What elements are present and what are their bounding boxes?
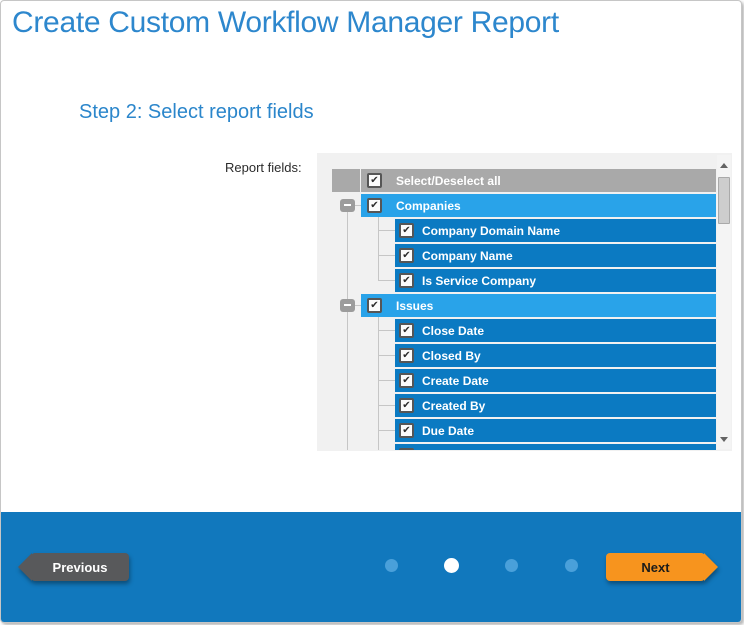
tree-header-bar[interactable]: ✔ Select/Deselect all: [361, 169, 716, 192]
step-dot[interactable]: [505, 559, 518, 572]
arrow-right-icon: [704, 553, 718, 581]
step-dot-active[interactable]: [444, 558, 459, 573]
select-all-label: Select/Deselect all: [396, 174, 501, 188]
tree-row[interactable]: ✔ Is Service Company: [395, 269, 716, 292]
row-checkbox[interactable]: ✔: [399, 223, 414, 238]
row-label: Issue Name: [422, 449, 489, 451]
select-all-checkbox[interactable]: ✔: [367, 173, 382, 188]
scrollbar[interactable]: [717, 155, 731, 449]
row-label: Company Domain Name: [422, 224, 560, 238]
row-label: Companies: [396, 199, 461, 213]
row-label: Created By: [422, 399, 485, 413]
tree-connector-line: [378, 217, 379, 281]
row-checkbox[interactable]: ✔: [399, 423, 414, 438]
tree-row[interactable]: ✔ Created By: [395, 394, 716, 417]
row-label: Issues: [396, 299, 433, 313]
checkmark-icon: ✔: [402, 401, 410, 411]
row-checkbox[interactable]: ✔: [399, 248, 414, 263]
tree-connector-line: [378, 330, 395, 331]
row-label: Due Date: [422, 424, 474, 438]
tree-row[interactable]: ✔ Close Date: [395, 319, 716, 342]
row-checkbox[interactable]: ✔: [399, 273, 414, 288]
report-fields-label: Report fields:: [225, 160, 302, 175]
checkmark-icon: ✔: [370, 301, 378, 311]
row-checkbox[interactable]: ✔: [399, 323, 414, 338]
next-button-label: Next: [606, 553, 705, 581]
scroll-down-button[interactable]: [717, 433, 731, 445]
tree-connector-line: [378, 430, 395, 431]
previous-button[interactable]: Previous: [18, 553, 129, 581]
step-heading: Step 2: Select report fields: [79, 101, 314, 124]
tree-row[interactable]: ✔ Create Date: [395, 369, 716, 392]
collapse-button[interactable]: [340, 299, 355, 312]
checkmark-icon: ✔: [402, 326, 410, 336]
scroll-thumb[interactable]: [718, 177, 730, 224]
next-button[interactable]: Next: [606, 553, 718, 581]
step-dot[interactable]: [565, 559, 578, 572]
tree-row[interactable]: ✔ Due Date: [395, 419, 716, 442]
previous-button-label: Previous: [31, 553, 129, 581]
collapse-button[interactable]: [340, 199, 355, 212]
row-label: Close Date: [422, 324, 484, 338]
tree-row[interactable]: ✔ Companies: [361, 194, 716, 217]
tree-connector-line: [347, 205, 348, 450]
row-label: Closed By: [422, 349, 481, 363]
scroll-down-icon: [720, 437, 728, 442]
scroll-up-button[interactable]: [717, 159, 731, 171]
row-label: Is Service Company: [422, 274, 536, 288]
checkmark-icon: ✔: [402, 351, 410, 361]
tree-row[interactable]: ✔ Closed By: [395, 344, 716, 367]
tree-connector-line: [378, 280, 395, 281]
step-indicator: [371, 512, 591, 622]
arrow-left-icon: [18, 553, 32, 581]
wizard-window: Create Custom Workflow Manager Report St…: [0, 0, 742, 623]
tree-connector-line: [378, 255, 395, 256]
row-checkbox[interactable]: ✔: [399, 398, 414, 413]
tree-row[interactable]: ✔ Issue Name: [395, 444, 716, 450]
page-title: Create Custom Workflow Manager Report: [12, 6, 559, 40]
row-checkbox[interactable]: ✔: [367, 298, 382, 313]
row-label: Company Name: [422, 249, 513, 263]
checkmark-icon: ✔: [402, 426, 410, 436]
checkmark-icon: ✔: [402, 226, 410, 236]
tree-row[interactable]: ✔ Company Name: [395, 244, 716, 267]
checkmark-icon: ✔: [402, 276, 410, 286]
row-checkbox[interactable]: ✔: [399, 373, 414, 388]
checkmark-icon: ✔: [370, 176, 378, 186]
row-checkbox[interactable]: ✔: [367, 198, 382, 213]
step-dot[interactable]: [385, 559, 398, 572]
report-fields-list[interactable]: ✔ Select/Deselect all ✔ Companies ✔ Company…: [317, 153, 732, 451]
checkmark-icon: ✔: [370, 201, 378, 211]
tree-row[interactable]: ✔ Company Domain Name: [395, 219, 716, 242]
scroll-up-icon: [720, 163, 728, 168]
row-checkbox[interactable]: ✔: [399, 448, 414, 450]
screen: Create Custom Workflow Manager Report St…: [0, 0, 744, 625]
tree-header-corner-cell: [332, 169, 360, 192]
checkmark-icon: ✔: [402, 251, 410, 261]
tree-connector-line: [378, 230, 395, 231]
tree-connector-line: [378, 380, 395, 381]
wizard-footer-bar: Previous Next: [1, 512, 741, 622]
row-checkbox[interactable]: ✔: [399, 348, 414, 363]
tree-connector-line: [378, 405, 395, 406]
row-label: Create Date: [422, 374, 489, 388]
tree-connector-line: [378, 355, 395, 356]
tree-row[interactable]: ✔ Issues: [361, 294, 716, 317]
checkmark-icon: ✔: [402, 376, 410, 386]
tree-viewport: ✔ Select/Deselect all ✔ Companies ✔ Company…: [332, 169, 716, 450]
